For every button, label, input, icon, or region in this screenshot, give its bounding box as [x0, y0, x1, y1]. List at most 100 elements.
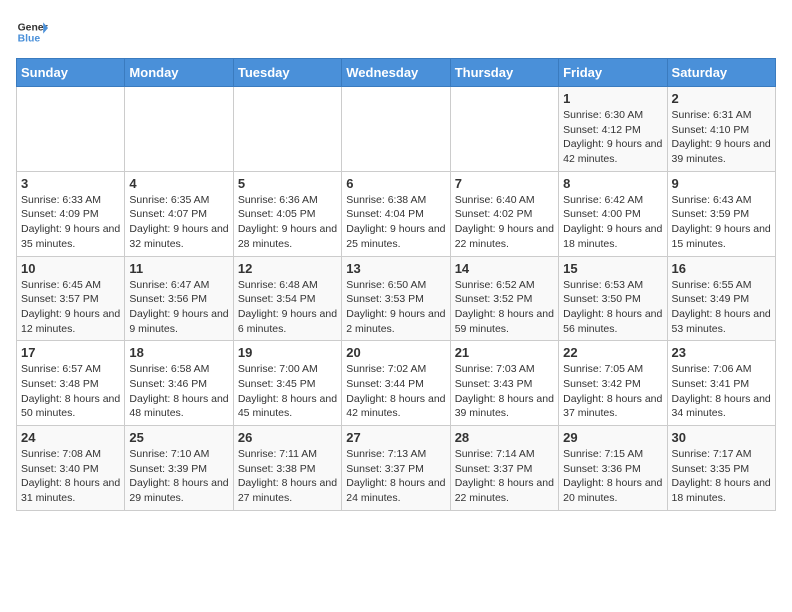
- calendar-cell: 30 Sunrise: 7:17 AM Sunset: 3:35 PM Dayli…: [667, 426, 775, 511]
- day-number: 13: [346, 261, 445, 276]
- header-sunday: Sunday: [17, 59, 125, 87]
- day-number: 8: [563, 176, 662, 191]
- day-info: Sunrise: 6:57 AM Sunset: 3:48 PM Dayligh…: [21, 362, 120, 421]
- day-number: 11: [129, 261, 228, 276]
- day-number: 5: [238, 176, 337, 191]
- day-number: 26: [238, 430, 337, 445]
- logo: General Blue: [16, 16, 48, 48]
- calendar-week-4: 17Sunrise: 6:57 AM Sunset: 3:48 PM Dayli…: [17, 341, 776, 426]
- day-number: 14: [455, 261, 554, 276]
- calendar-week-2: 3 Sunrise: 6:33 AM Sunset: 4:09 PM Daylig…: [17, 171, 776, 256]
- calendar-cell: 13 Sunrise: 6:50 AM Sunset: 3:53 PM Dayli…: [342, 256, 450, 341]
- header-friday: Friday: [559, 59, 667, 87]
- day-number: 27: [346, 430, 445, 445]
- day-number: 7: [455, 176, 554, 191]
- day-info: Sunrise: 6:42 AM Sunset: 4:00 PM Dayligh…: [563, 193, 662, 252]
- day-info: Sunrise: 7:08 AM Sunset: 3:40 PM Dayligh…: [21, 447, 120, 506]
- calendar-table: SundayMondayTuesdayWednesdayThursdayFrid…: [16, 58, 776, 511]
- calendar-cell: 16 Sunrise: 6:55 AM Sunset: 3:49 PM Dayli…: [667, 256, 775, 341]
- calendar-cell: 2 Sunrise: 6:31 AM Sunset: 4:10 PM Daylig…: [667, 87, 775, 172]
- calendar-cell: [233, 87, 341, 172]
- calendar-cell: [342, 87, 450, 172]
- calendar-cell: 5 Sunrise: 6:36 AM Sunset: 4:05 PM Daylig…: [233, 171, 341, 256]
- day-number: 2: [672, 91, 771, 106]
- day-info: Sunrise: 6:47 AM Sunset: 3:56 PM Dayligh…: [129, 278, 228, 337]
- day-number: 28: [455, 430, 554, 445]
- header-monday: Monday: [125, 59, 233, 87]
- calendar-cell: 23Sunrise: 7:06 AM Sunset: 3:41 PM Dayli…: [667, 341, 775, 426]
- day-info: Sunrise: 7:14 AM Sunset: 3:37 PM Dayligh…: [455, 447, 554, 506]
- day-number: 18: [129, 345, 228, 360]
- day-number: 29: [563, 430, 662, 445]
- day-number: 19: [238, 345, 337, 360]
- day-info: Sunrise: 7:13 AM Sunset: 3:37 PM Dayligh…: [346, 447, 445, 506]
- day-info: Sunrise: 6:55 AM Sunset: 3:49 PM Dayligh…: [672, 278, 771, 337]
- calendar-cell: 9Sunrise: 6:43 AM Sunset: 3:59 PM Daylig…: [667, 171, 775, 256]
- calendar-cell: 4 Sunrise: 6:35 AM Sunset: 4:07 PM Daylig…: [125, 171, 233, 256]
- calendar-cell: [450, 87, 558, 172]
- calendar-cell: 3 Sunrise: 6:33 AM Sunset: 4:09 PM Daylig…: [17, 171, 125, 256]
- calendar-cell: 8 Sunrise: 6:42 AM Sunset: 4:00 PM Daylig…: [559, 171, 667, 256]
- calendar-cell: 28 Sunrise: 7:14 AM Sunset: 3:37 PM Dayli…: [450, 426, 558, 511]
- day-number: 4: [129, 176, 228, 191]
- day-number: 12: [238, 261, 337, 276]
- calendar-header-row: SundayMondayTuesdayWednesdayThursdayFrid…: [17, 59, 776, 87]
- calendar-cell: 29 Sunrise: 7:15 AM Sunset: 3:36 PM Dayli…: [559, 426, 667, 511]
- calendar-cell: 18Sunrise: 6:58 AM Sunset: 3:46 PM Dayli…: [125, 341, 233, 426]
- calendar-cell: 25Sunrise: 7:10 AM Sunset: 3:39 PM Dayli…: [125, 426, 233, 511]
- day-info: Sunrise: 6:38 AM Sunset: 4:04 PM Dayligh…: [346, 193, 445, 252]
- day-number: 15: [563, 261, 662, 276]
- header-tuesday: Tuesday: [233, 59, 341, 87]
- calendar-week-1: 1 Sunrise: 6:30 AM Sunset: 4:12 PM Daylig…: [17, 87, 776, 172]
- day-number: 16: [672, 261, 771, 276]
- calendar-cell: 22Sunrise: 7:05 AM Sunset: 3:42 PM Dayli…: [559, 341, 667, 426]
- day-number: 24: [21, 430, 120, 445]
- calendar-cell: 6 Sunrise: 6:38 AM Sunset: 4:04 PM Daylig…: [342, 171, 450, 256]
- calendar-cell: 21 Sunrise: 7:03 AM Sunset: 3:43 PM Dayli…: [450, 341, 558, 426]
- day-info: Sunrise: 6:35 AM Sunset: 4:07 PM Dayligh…: [129, 193, 228, 252]
- day-info: Sunrise: 6:53 AM Sunset: 3:50 PM Dayligh…: [563, 278, 662, 337]
- day-number: 30: [672, 430, 771, 445]
- calendar-week-5: 24 Sunrise: 7:08 AM Sunset: 3:40 PM Dayli…: [17, 426, 776, 511]
- day-number: 21: [455, 345, 554, 360]
- day-info: Sunrise: 6:50 AM Sunset: 3:53 PM Dayligh…: [346, 278, 445, 337]
- calendar-cell: 26 Sunrise: 7:11 AM Sunset: 3:38 PM Dayli…: [233, 426, 341, 511]
- calendar-cell: 11 Sunrise: 6:47 AM Sunset: 3:56 PM Dayli…: [125, 256, 233, 341]
- calendar-cell: 7 Sunrise: 6:40 AM Sunset: 4:02 PM Daylig…: [450, 171, 558, 256]
- day-number: 23: [672, 345, 771, 360]
- calendar-cell: 12 Sunrise: 6:48 AM Sunset: 3:54 PM Dayli…: [233, 256, 341, 341]
- header-wednesday: Wednesday: [342, 59, 450, 87]
- day-info: Sunrise: 6:31 AM Sunset: 4:10 PM Dayligh…: [672, 108, 771, 167]
- day-info: Sunrise: 6:36 AM Sunset: 4:05 PM Dayligh…: [238, 193, 337, 252]
- day-info: Sunrise: 7:11 AM Sunset: 3:38 PM Dayligh…: [238, 447, 337, 506]
- day-info: Sunrise: 7:00 AM Sunset: 3:45 PM Dayligh…: [238, 362, 337, 421]
- calendar-cell: 19 Sunrise: 7:00 AM Sunset: 3:45 PM Dayli…: [233, 341, 341, 426]
- day-number: 22: [563, 345, 662, 360]
- day-number: 10: [21, 261, 120, 276]
- day-info: Sunrise: 6:33 AM Sunset: 4:09 PM Dayligh…: [21, 193, 120, 252]
- day-info: Sunrise: 7:15 AM Sunset: 3:36 PM Dayligh…: [563, 447, 662, 506]
- day-info: Sunrise: 6:40 AM Sunset: 4:02 PM Dayligh…: [455, 193, 554, 252]
- day-number: 9: [672, 176, 771, 191]
- logo-icon: General Blue: [16, 16, 48, 48]
- day-info: Sunrise: 7:02 AM Sunset: 3:44 PM Dayligh…: [346, 362, 445, 421]
- calendar-cell: [125, 87, 233, 172]
- day-number: 3: [21, 176, 120, 191]
- day-info: Sunrise: 7:17 AM Sunset: 3:35 PM Dayligh…: [672, 447, 771, 506]
- calendar-cell: [17, 87, 125, 172]
- calendar-cell: 20 Sunrise: 7:02 AM Sunset: 3:44 PM Dayli…: [342, 341, 450, 426]
- day-number: 6: [346, 176, 445, 191]
- day-info: Sunrise: 6:52 AM Sunset: 3:52 PM Dayligh…: [455, 278, 554, 337]
- calendar-cell: 17Sunrise: 6:57 AM Sunset: 3:48 PM Dayli…: [17, 341, 125, 426]
- day-number: 1: [563, 91, 662, 106]
- day-number: 20: [346, 345, 445, 360]
- day-info: Sunrise: 6:30 AM Sunset: 4:12 PM Dayligh…: [563, 108, 662, 167]
- day-info: Sunrise: 6:45 AM Sunset: 3:57 PM Dayligh…: [21, 278, 120, 337]
- day-info: Sunrise: 6:48 AM Sunset: 3:54 PM Dayligh…: [238, 278, 337, 337]
- day-info: Sunrise: 7:10 AM Sunset: 3:39 PM Dayligh…: [129, 447, 228, 506]
- calendar-cell: 10 Sunrise: 6:45 AM Sunset: 3:57 PM Dayli…: [17, 256, 125, 341]
- header-thursday: Thursday: [450, 59, 558, 87]
- svg-text:Blue: Blue: [18, 34, 41, 45]
- day-info: Sunrise: 7:03 AM Sunset: 3:43 PM Dayligh…: [455, 362, 554, 421]
- calendar-cell: 27 Sunrise: 7:13 AM Sunset: 3:37 PM Dayli…: [342, 426, 450, 511]
